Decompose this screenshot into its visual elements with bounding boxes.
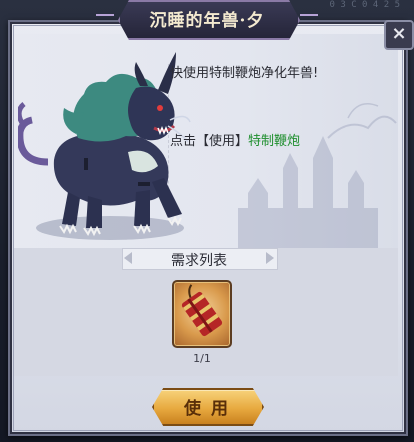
hint-item-name: 特制鞭炮 xyxy=(248,134,301,149)
dialog-description: 快使用特制鞭炮净化年兽! xyxy=(170,66,319,81)
dialog-title: 沉睡的年兽·夕 xyxy=(149,11,265,31)
required-item-slot[interactable] xyxy=(172,280,232,348)
background-text: 0 3 C 0 4 2 5 xyxy=(329,0,400,10)
title-decoration-left xyxy=(96,14,114,16)
firecracker-icon xyxy=(181,284,223,337)
close-icon: × xyxy=(391,23,407,44)
requirements-title: 需求列表 xyxy=(171,253,227,269)
close-button[interactable]: × xyxy=(384,20,414,50)
item-count: 1/1 xyxy=(193,352,211,365)
usage-hint: 点击【使用】特制鞭炮 xyxy=(170,130,300,149)
hint-prefix: 点击【使用】 xyxy=(170,134,249,149)
title-decoration-right xyxy=(300,14,318,16)
use-button-label[interactable]: 使用 xyxy=(152,394,260,419)
nian-beast-illustration xyxy=(18,52,191,240)
